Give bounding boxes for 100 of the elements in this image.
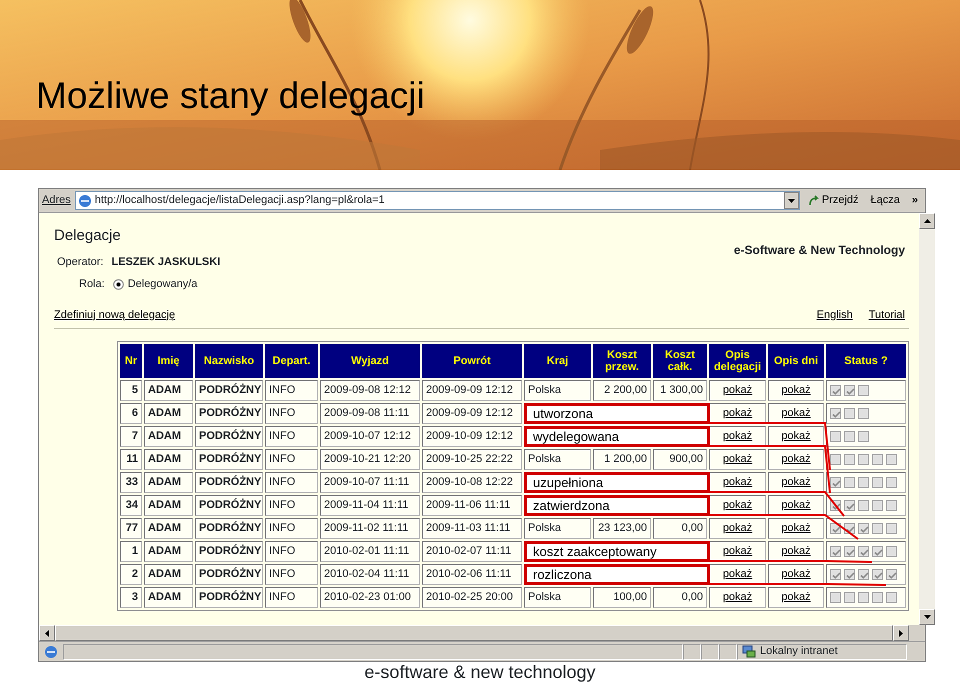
page-heading: Delegacje bbox=[54, 226, 122, 246]
status-checkbox[interactable] bbox=[886, 522, 897, 534]
status-checkbox[interactable] bbox=[858, 522, 869, 534]
column-header: Koszt przew. bbox=[593, 344, 651, 378]
status-checkbox[interactable] bbox=[886, 568, 897, 580]
table-cell: ADAM bbox=[144, 426, 193, 447]
status-checkbox[interactable] bbox=[886, 476, 897, 488]
down-arrow-icon bbox=[924, 615, 930, 619]
status-checkbox[interactable] bbox=[858, 384, 869, 396]
status-checkbox[interactable] bbox=[872, 592, 883, 603]
table-cell: ADAM bbox=[144, 541, 193, 562]
callout-label: zatwierdzona bbox=[524, 495, 710, 516]
table-cell: 6 bbox=[120, 403, 142, 424]
go-button[interactable]: Przejdź bbox=[804, 192, 863, 209]
table-cell: 23 123,00 bbox=[593, 518, 651, 539]
status-checkbox[interactable] bbox=[886, 546, 897, 557]
status-checkbox[interactable] bbox=[844, 568, 855, 580]
slide-title: Możliwe stany delegacji bbox=[36, 74, 425, 118]
operator-name: LESZEK JASKULSKI bbox=[111, 254, 220, 270]
table-cell: PODRÓŻNY bbox=[195, 472, 263, 493]
status-checkbox[interactable] bbox=[858, 454, 869, 465]
table-cell: 33 bbox=[120, 472, 142, 493]
more-button[interactable]: » bbox=[908, 192, 922, 209]
new-delegation-link[interactable]: Zdefiniuj nową delegację bbox=[54, 306, 176, 323]
status-checkbox[interactable] bbox=[830, 408, 841, 419]
status-checkbox[interactable] bbox=[858, 408, 869, 419]
status-checkbox[interactable] bbox=[872, 546, 883, 557]
status-checkbox[interactable] bbox=[844, 546, 855, 557]
company-name: e-Software & New Technology bbox=[734, 242, 905, 259]
status-checkbox[interactable] bbox=[858, 568, 869, 580]
language-link[interactable]: English bbox=[816, 306, 853, 323]
table-cell: PODRÓŻNY bbox=[195, 541, 263, 562]
status-checkbox[interactable] bbox=[872, 454, 883, 465]
caret-icon bbox=[788, 198, 795, 202]
table-cell: ADAM bbox=[144, 449, 193, 470]
status-checkbox[interactable] bbox=[858, 500, 869, 511]
table-cell: PODRÓŻNY bbox=[195, 426, 263, 447]
table-cell: 0,00 bbox=[653, 587, 707, 608]
table-cell: INFO bbox=[265, 426, 318, 447]
table-cell: ADAM bbox=[144, 403, 193, 424]
status-checkbox[interactable] bbox=[858, 592, 869, 603]
language-link[interactable]: Tutorial bbox=[868, 306, 905, 323]
table-cell: ADAM bbox=[144, 472, 193, 493]
table-cell: Polska bbox=[524, 587, 591, 608]
table-cell: PODRÓŻNY bbox=[195, 587, 263, 608]
scroll-thumb[interactable] bbox=[55, 625, 893, 641]
callout-label: wydelegowana bbox=[524, 426, 710, 447]
status-checkbox[interactable] bbox=[830, 454, 841, 465]
status-checkbox[interactable] bbox=[858, 476, 869, 488]
status-checkbox[interactable] bbox=[886, 592, 897, 603]
table-cell: 2009-09-08 12:12 bbox=[320, 380, 420, 401]
scroll-up-button[interactable] bbox=[919, 213, 935, 229]
page-icon bbox=[78, 194, 92, 208]
status-checkbox[interactable] bbox=[844, 384, 855, 396]
dropdown-button[interactable] bbox=[784, 192, 799, 209]
table-cell: 2010-02-06 11:11 bbox=[422, 564, 522, 585]
status-checkbox[interactable] bbox=[830, 384, 841, 396]
table-cell: 77 bbox=[120, 518, 142, 539]
status-checkbox[interactable] bbox=[858, 546, 869, 557]
table-cell: PODRÓŻNY bbox=[195, 564, 263, 585]
status-checkbox[interactable] bbox=[844, 592, 855, 603]
column-header: Powrót bbox=[422, 344, 522, 378]
status-checkbox[interactable] bbox=[844, 454, 855, 465]
table-cell: 2010-02-04 11:11 bbox=[320, 564, 420, 585]
table-cell: Polska bbox=[524, 518, 591, 539]
vertical-scrollbar[interactable] bbox=[919, 213, 935, 625]
table-cell: INFO bbox=[265, 495, 318, 516]
role-radio[interactable]: Delegowany/a bbox=[112, 276, 198, 292]
status-checkbox[interactable] bbox=[830, 568, 841, 580]
status-checkbox[interactable] bbox=[844, 430, 855, 442]
address-field[interactable]: http://localhost/delegacje/listaDelegacji.asp?lang=pl&rola=1 bbox=[74, 191, 800, 210]
status-checkbox[interactable] bbox=[844, 500, 855, 511]
status-checkbox[interactable] bbox=[830, 592, 841, 603]
status-checkbox[interactable] bbox=[830, 476, 841, 488]
status-checkbox[interactable] bbox=[830, 430, 841, 442]
status-checkbox[interactable] bbox=[872, 568, 883, 580]
scroll-right-button[interactable] bbox=[893, 625, 909, 641]
table-cell: PODRÓŻNY bbox=[195, 380, 263, 401]
scroll-left-button[interactable] bbox=[39, 625, 55, 641]
table-cell: 2009-10-08 12:22 bbox=[422, 472, 522, 493]
status-checkbox[interactable] bbox=[872, 522, 883, 534]
status-checkbox[interactable] bbox=[886, 500, 897, 511]
table-cell: 1 bbox=[120, 541, 142, 562]
links-button[interactable]: Łącza bbox=[866, 192, 904, 209]
status-checkbox[interactable] bbox=[872, 476, 883, 488]
table-cell: INFO bbox=[265, 518, 318, 539]
column-header: Kraj bbox=[524, 344, 591, 378]
table-cell: 2009-11-04 11:11 bbox=[320, 495, 420, 516]
scroll-down-button[interactable] bbox=[919, 609, 935, 625]
status-checkbox[interactable] bbox=[858, 430, 869, 442]
status-checkbox[interactable] bbox=[830, 546, 841, 557]
table-cell: PODRÓŻNY bbox=[195, 518, 263, 539]
table-cell: 2 bbox=[120, 564, 142, 585]
status-checkbox[interactable] bbox=[844, 476, 855, 488]
status-checkbox[interactable] bbox=[844, 408, 855, 419]
status-checkbox[interactable] bbox=[886, 454, 897, 465]
up-arrow-icon bbox=[924, 219, 930, 223]
callout-label: utworzona bbox=[524, 403, 710, 424]
status-checkbox[interactable] bbox=[872, 500, 883, 511]
page-icon bbox=[43, 644, 59, 658]
